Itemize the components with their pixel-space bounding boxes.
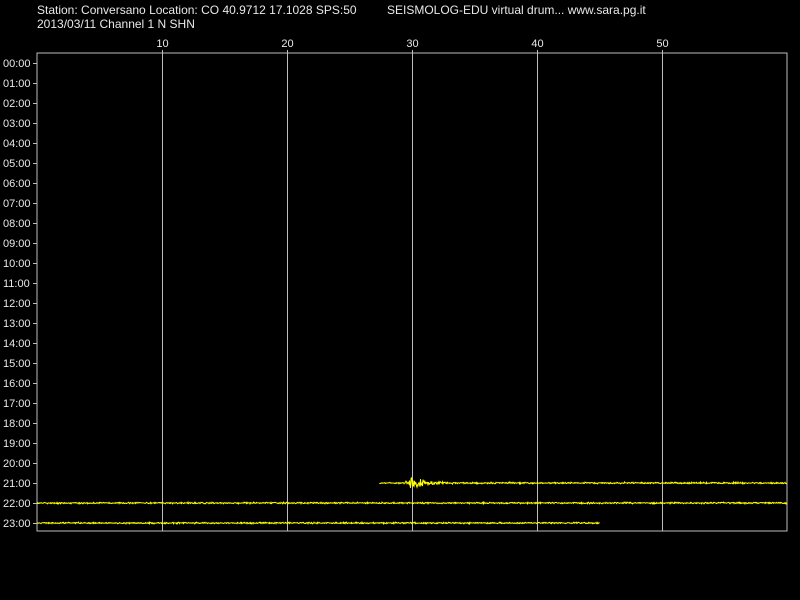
y-tick-label: 20:00 <box>3 458 31 470</box>
y-tick-label: 14:00 <box>3 338 31 350</box>
y-tick-label: 04:00 <box>3 138 31 150</box>
y-tick-label: 17:00 <box>3 398 31 410</box>
y-tick-label: 15:00 <box>3 358 31 370</box>
helicorder-chart: 10 20 30 40 50 00:00 01:00 02:00 03:00 04:00 05:00… <box>3 38 788 532</box>
x-tick-label: 20 <box>281 38 293 50</box>
y-tick-label: 06:00 <box>3 178 31 190</box>
y-tick-label: 02:00 <box>3 98 31 110</box>
x-tick-label: 30 <box>406 38 418 50</box>
x-tick-label: 10 <box>156 38 168 50</box>
y-tick-label: 08:00 <box>3 218 31 230</box>
seismic-trace-2300 <box>36 520 600 526</box>
y-tick-label: 16:00 <box>3 378 31 390</box>
y-tick-label: 07:00 <box>3 198 31 210</box>
seismic-trace-2100 <box>379 477 788 489</box>
y-tick-label: 19:00 <box>3 438 31 450</box>
y-tick-label: 05:00 <box>3 158 31 170</box>
y-tick-label: 09:00 <box>3 238 31 250</box>
y-tick-label: 01:00 <box>3 78 31 90</box>
y-tick-label: 21:00 <box>3 478 31 490</box>
x-tick-label: 50 <box>656 38 668 50</box>
x-tick-label: 40 <box>531 38 543 50</box>
y-tick-label: 03:00 <box>3 118 31 130</box>
y-tick-label: 12:00 <box>3 298 31 310</box>
y-tick-label: 00:00 <box>3 58 31 70</box>
y-tick-label: 22:00 <box>3 498 31 510</box>
y-tick-label: 11:00 <box>3 278 30 290</box>
y-tick-label: 18:00 <box>3 418 31 430</box>
y-tick-label: 13:00 <box>3 318 31 330</box>
y-tick-label: 10:00 <box>3 258 31 270</box>
y-tick-label: 23:00 <box>3 518 31 530</box>
